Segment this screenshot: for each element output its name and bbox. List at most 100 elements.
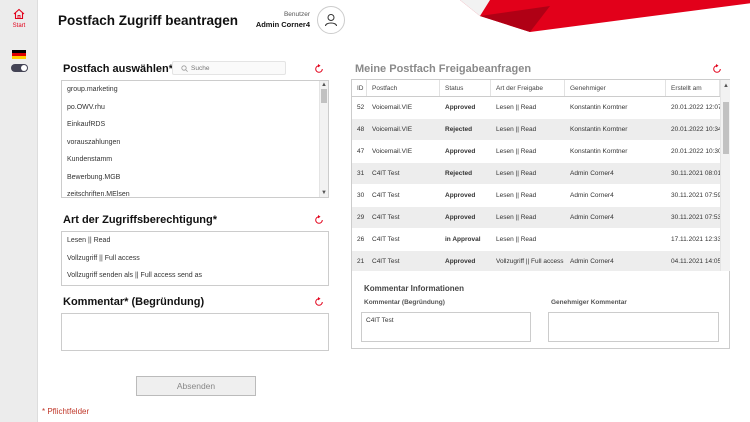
- cell-postfach: C4IT Test: [372, 170, 400, 177]
- cell-postfach: C4IT Test: [372, 214, 400, 221]
- cell-art: Vollzugriff || Full access: [496, 258, 564, 265]
- table-scrollbar[interactable]: ▲: [720, 80, 730, 271]
- theme-toggle[interactable]: [11, 64, 28, 72]
- cell-id: 31: [357, 170, 365, 177]
- cell-id: 30: [357, 192, 365, 199]
- table-row[interactable]: 52 Voicemail.VIE Approved Lesen || Read Kons…: [352, 97, 720, 119]
- cell-status: Approved: [445, 148, 476, 155]
- cell-status: Approved: [445, 214, 476, 221]
- submit-button[interactable]: Absenden: [136, 376, 256, 396]
- cell-genehmiger: Konstantin Korntner: [570, 104, 628, 111]
- cell-genehmiger: Admin Corner4: [570, 214, 614, 221]
- cell-postfach: C4IT Test: [372, 236, 400, 243]
- access-type-list[interactable]: Lesen || Read Vollzugriff || Full access…: [61, 231, 329, 286]
- list-item[interactable]: vorauszahlungen: [62, 134, 328, 152]
- cell-erstellt: 30.11.2021 07:59: [671, 192, 720, 199]
- table-row[interactable]: 48 Voicemail.VIE Rejected Lesen || Read Kons…: [352, 119, 720, 141]
- cell-art: Lesen || Read: [496, 170, 537, 177]
- scroll-up-icon[interactable]: ▲: [321, 81, 327, 89]
- list-item[interactable]: group.marketing: [62, 81, 328, 99]
- requests-panel: ID Postfach Status Art der Freigabe Gene…: [351, 79, 730, 349]
- refresh-icon[interactable]: [712, 64, 722, 74]
- list-item[interactable]: po.OWV.rhu: [62, 99, 328, 117]
- table-row[interactable]: 47 Voicemail.VIE Approved Lesen || Read Kons…: [352, 141, 720, 163]
- approver-comment-label: Genehmiger Kommentar: [551, 299, 627, 306]
- cell-id: 26: [357, 236, 365, 243]
- cell-id: 52: [357, 104, 365, 111]
- table-body: 52 Voicemail.VIE Approved Lesen || Read Kons…: [352, 97, 720, 271]
- cell-genehmiger: Konstantin Korntner: [570, 126, 628, 133]
- scroll-up-icon[interactable]: ▲: [723, 82, 729, 90]
- cell-erstellt: 17.11.2021 12:33: [671, 236, 720, 243]
- list-item[interactable]: Kundenstamm: [62, 151, 328, 169]
- search-input[interactable]: [191, 63, 283, 74]
- cell-art: Lesen || Read: [496, 192, 537, 199]
- list-item[interactable]: Vollzugriff || Full access: [62, 250, 328, 268]
- cell-art: Lesen || Read: [496, 236, 537, 243]
- cell-postfach: C4IT Test: [372, 258, 400, 265]
- list-scrollbar[interactable]: ▲ ▼: [319, 81, 328, 197]
- column-header[interactable]: Erstellt am: [666, 80, 720, 96]
- cell-status: Rejected: [445, 126, 473, 133]
- cell-status: in Approval: [445, 236, 481, 243]
- cell-genehmiger: Konstantin Korntner: [570, 148, 628, 155]
- avatar[interactable]: [317, 6, 345, 34]
- mailbox-search: [172, 61, 286, 75]
- cell-erstellt: 20.01.2022 10:30: [671, 148, 720, 155]
- table-row[interactable]: 31 C4IT Test Rejected Lesen || Read Admin Co…: [352, 163, 720, 185]
- list-item[interactable]: EinkaufRDS: [62, 116, 328, 134]
- scroll-down-icon[interactable]: ▼: [321, 189, 327, 197]
- cell-genehmiger: [565, 229, 666, 250]
- home-icon: [13, 8, 25, 20]
- table-row[interactable]: 30 C4IT Test Approved Lesen || Read Admin Co…: [352, 185, 720, 207]
- cell-erstellt: 30.11.2021 08:01: [671, 170, 720, 177]
- refresh-icon[interactable]: [314, 64, 324, 74]
- page-title: Postfach Zugriff beantragen: [58, 13, 239, 28]
- table-row[interactable]: 21 C4IT Test Approved Vollzugriff || Full a…: [352, 251, 720, 271]
- cell-id: 21: [357, 258, 365, 265]
- mailbox-section-title: Postfach auswählen*: [63, 63, 174, 75]
- cell-status: Approved: [445, 258, 476, 265]
- list-item[interactable]: Bewerbung.MGB: [62, 169, 328, 187]
- requests-title: Meine Postfach Freigabeanfragen: [355, 63, 532, 75]
- cell-erstellt: 20.01.2022 10:34: [671, 126, 720, 133]
- column-header[interactable]: Art der Freigabe: [491, 80, 565, 96]
- column-header[interactable]: Postfach: [367, 80, 440, 96]
- user-name: Admin Corner4: [255, 20, 310, 29]
- column-header[interactable]: Status: [440, 80, 491, 96]
- comment-info-title: Kommentar Informationen: [364, 284, 465, 293]
- scroll-thumb[interactable]: [723, 102, 729, 154]
- german-flag-icon[interactable]: [12, 50, 26, 59]
- cell-erstellt: 30.11.2021 07:53: [671, 214, 720, 221]
- cell-postfach: Voicemail.VIE: [372, 148, 413, 155]
- access-section-title: Art der Zugriffsberechtigung*: [63, 214, 218, 226]
- refresh-icon[interactable]: [314, 215, 324, 225]
- cell-postfach: C4IT Test: [372, 192, 400, 199]
- comment-value-field[interactable]: C4IT Test: [361, 312, 531, 342]
- comment-textarea[interactable]: [61, 313, 329, 351]
- list-item[interactable]: zeitschriften.MElsen: [62, 186, 328, 197]
- cell-erstellt: 04.11.2021 14:05: [671, 258, 720, 265]
- cell-status: Approved: [445, 192, 476, 199]
- column-header[interactable]: Genehmiger: [565, 80, 666, 96]
- cell-art: Lesen || Read: [496, 104, 537, 111]
- approver-comment-field[interactable]: [548, 312, 719, 342]
- table-header: ID Postfach Status Art der Freigabe Gene…: [352, 80, 720, 97]
- scroll-thumb[interactable]: [321, 89, 327, 103]
- list-item[interactable]: Vollzugriff senden als || Full access se…: [62, 267, 328, 285]
- mailbox-list[interactable]: group.marketing po.OWV.rhu EinkaufRDS vo…: [61, 80, 329, 198]
- cell-status: Rejected: [445, 170, 473, 177]
- required-fields-note: * Pflichtfelder: [42, 407, 90, 416]
- table-row[interactable]: 26 C4IT Test in Approval Lesen || Read 17.11…: [352, 229, 720, 251]
- cell-status: Approved: [445, 104, 476, 111]
- start-nav[interactable]: Start: [6, 8, 32, 29]
- refresh-icon[interactable]: [314, 297, 324, 307]
- comment-label: Kommentar (Begründung): [364, 299, 445, 306]
- table-row[interactable]: 29 C4IT Test Approved Lesen || Read Admin Co…: [352, 207, 720, 229]
- column-header[interactable]: ID: [352, 80, 367, 96]
- cell-postfach: Voicemail.VIE: [372, 126, 413, 133]
- cell-genehmiger: Admin Corner4: [570, 192, 614, 199]
- search-icon: [181, 65, 188, 72]
- sidebar: Start: [0, 0, 38, 422]
- list-item[interactable]: Lesen || Read: [62, 232, 328, 250]
